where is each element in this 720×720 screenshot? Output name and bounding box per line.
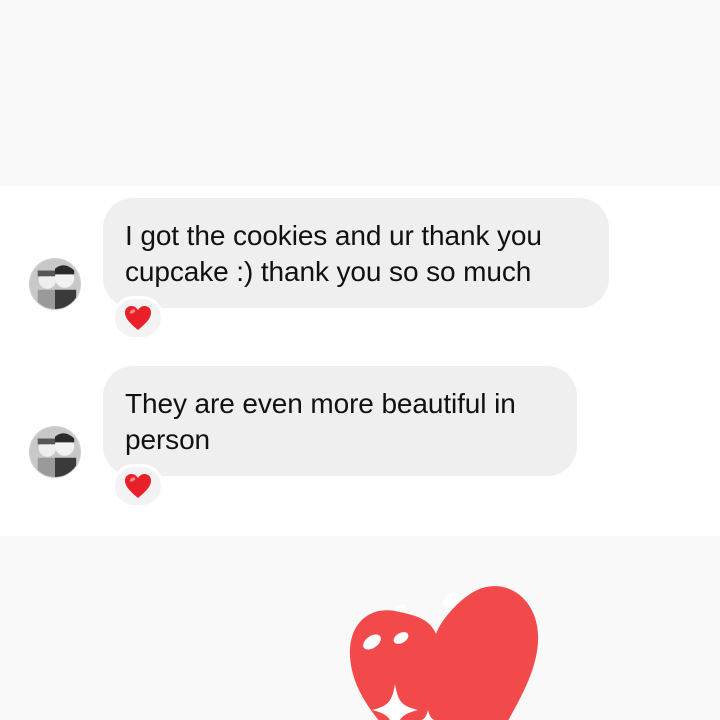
message-text-line: They are even more beautiful in xyxy=(125,388,516,419)
heart-icon xyxy=(125,306,151,330)
message-text-line: cupcake :) thank you so so much xyxy=(125,256,532,287)
avatar-photo-icon xyxy=(30,427,80,477)
message-bubble[interactable]: I got the cookies and ur thank you cupca… xyxy=(103,198,609,308)
message-bubble[interactable]: They are even more beautiful in person xyxy=(103,366,577,476)
message-text-line: I got the cookies and ur thank you xyxy=(125,220,542,251)
reaction-badge[interactable] xyxy=(112,464,164,508)
avatar-photo-icon xyxy=(30,259,80,309)
heart-icon xyxy=(125,474,151,498)
decoration-area xyxy=(0,536,720,720)
chat-thread: I got the cookies and ur thank you cupca… xyxy=(0,186,720,536)
sparkle-heart-icon xyxy=(349,586,539,720)
message-text-line: person xyxy=(125,424,211,455)
top-area xyxy=(0,0,720,186)
avatar[interactable] xyxy=(29,426,81,478)
avatar[interactable] xyxy=(29,258,81,310)
reaction-badge[interactable] xyxy=(112,296,164,340)
